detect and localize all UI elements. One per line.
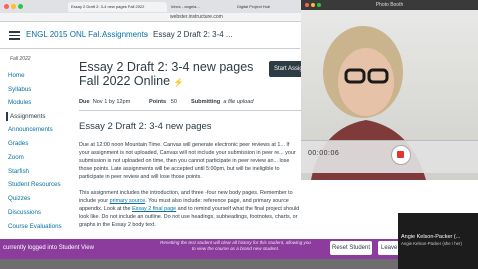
zoom-participant-label: Angie Kelson-Packer (she / her) xyxy=(401,241,462,246)
screen-bottom-bar xyxy=(0,259,400,269)
sidebar-item-modules[interactable]: Modules xyxy=(8,98,31,107)
url-text[interactable]: webster.instructure.com xyxy=(170,13,223,21)
course-term: Fall 2022 xyxy=(10,56,31,62)
student-view-status: currently logged into Student View xyxy=(3,245,94,251)
sidebar-item-student-resources[interactable]: Student Resources xyxy=(8,180,61,189)
sidebar-item-quizzes[interactable]: Quizzes xyxy=(8,194,30,203)
sidebar-item-announcements[interactable]: Announcements xyxy=(8,125,53,134)
breadcrumb-assignments[interactable]: Assignments xyxy=(102,29,148,41)
breadcrumb-course[interactable]: ENGL 2015 ONL Fal... xyxy=(26,29,106,41)
browser-tab[interactable]: Inbox - angela... xyxy=(168,2,233,12)
reset-student-button[interactable]: Reset Student xyxy=(330,241,372,255)
sidebar-item-starfish[interactable]: Starfish xyxy=(8,167,29,176)
photo-booth-title: Photo Booth xyxy=(375,2,404,8)
assignment-title: Essay 2 Draft 2: 3-4 new pages Fall 2022… xyxy=(79,60,254,88)
submission-type: Submitting a file upload xyxy=(191,99,254,105)
recording-timer: 00:00:06 xyxy=(308,150,340,157)
primary-source-link[interactable]: primary source xyxy=(110,198,146,204)
browser-tab[interactable]: Digital Project Hub xyxy=(234,2,303,12)
sidebar-item-syllabus[interactable]: Syllabus xyxy=(8,85,31,94)
instructions-paragraph-1: Due at 12:00 noon Mountain Time. Canvas … xyxy=(79,142,296,181)
browser-tab-active[interactable]: Essay 2 Draft 2: 3-4 new pages Fall 2022 xyxy=(68,2,167,12)
sidebar-item-assignments[interactable]: Assignments xyxy=(6,112,72,121)
breadcrumb-separator: › xyxy=(95,30,98,39)
breadcrumb-current: Essay 2 Draft 2: 3-4 ... xyxy=(153,30,233,39)
instructions-paragraph-2: This assignment includes the introductio… xyxy=(79,190,300,229)
breadcrumb-separator: › xyxy=(146,30,149,39)
maximize-window-icon[interactable] xyxy=(18,4,23,9)
sidebar-item-home[interactable]: Home xyxy=(8,71,25,80)
sidebar-item-grades[interactable]: Grades xyxy=(8,139,28,148)
magic-wand-icon[interactable]: ⚡ xyxy=(174,78,184,87)
details-divider xyxy=(79,110,301,111)
zoom-participant-name: Angie Kelson-Packer (... xyxy=(401,234,461,240)
sidebar-item-discussions[interactable]: Discussions xyxy=(8,208,41,217)
due-date: Due Nov 1 by 12pm xyxy=(79,99,131,105)
hamburger-menu-icon[interactable] xyxy=(9,31,20,40)
student-view-note: Resetting the test student will clear al… xyxy=(160,240,311,251)
points: Points 50 xyxy=(149,99,177,105)
minimize-window-icon[interactable] xyxy=(11,4,16,9)
close-window-icon[interactable] xyxy=(4,4,9,9)
assignment-heading: Essay 2 Draft 2: 3-4 new pages xyxy=(79,121,212,132)
sidebar-item-zoom[interactable]: Zoom xyxy=(8,153,24,162)
sidebar-item-course-evaluations[interactable]: Course Evaluations xyxy=(8,222,62,231)
essay-2-final-page-link[interactable]: Essay 2 final page xyxy=(132,206,176,212)
stop-icon xyxy=(397,151,404,158)
header-divider xyxy=(0,48,300,49)
